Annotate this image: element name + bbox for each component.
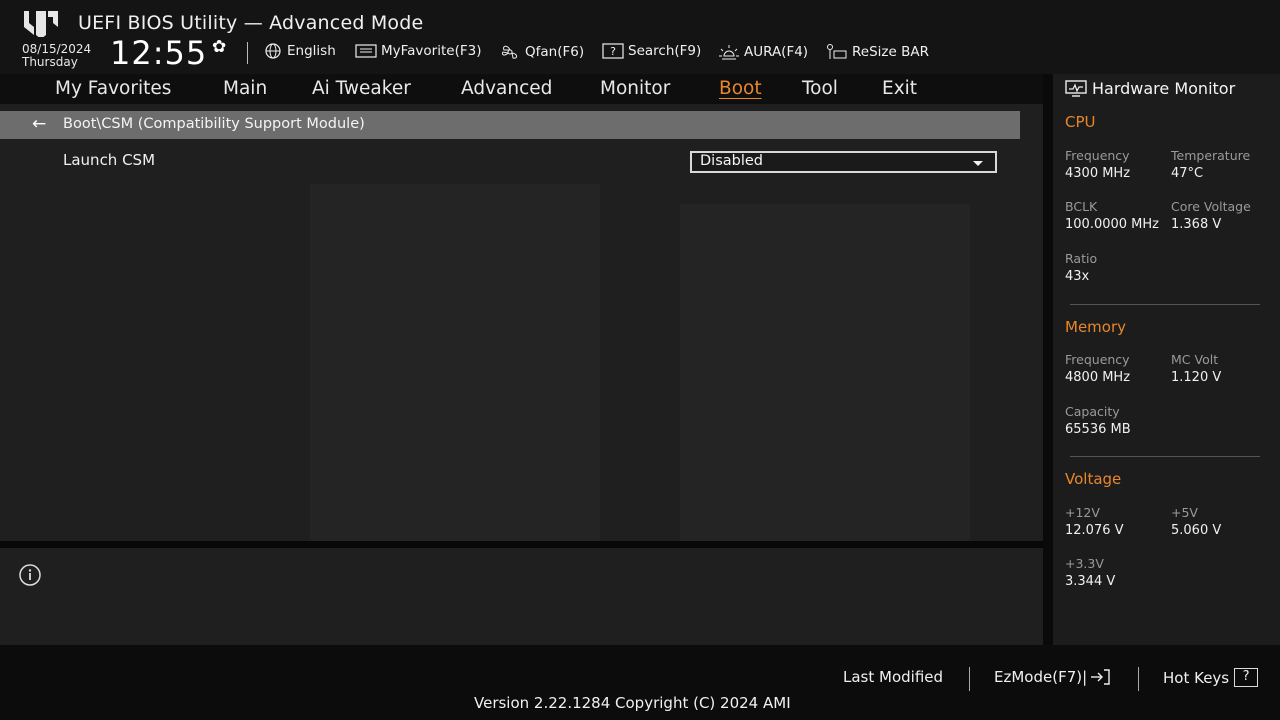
question-icon: ? [1234, 668, 1259, 687]
caret-down-icon [973, 161, 983, 166]
hot-keys-button[interactable]: Hot Keys ? [1163, 668, 1259, 687]
search-icon: ? [602, 43, 624, 59]
ratio-value: 43x [1065, 269, 1090, 284]
clock-display: 12:55 [110, 34, 208, 72]
tab-my-favorites[interactable]: My Favorites [55, 78, 171, 99]
language-label: English [287, 43, 336, 59]
cpu-section-title: CPU [1065, 113, 1096, 131]
v5-label: +5V [1171, 505, 1198, 520]
monitor-icon [1065, 79, 1087, 97]
favorite-icon [355, 44, 377, 58]
background-decoration [680, 204, 970, 541]
ezmode-label: EzMode(F7)| [994, 668, 1088, 686]
gear-icon[interactable]: ✿ [212, 37, 226, 57]
tab-main[interactable]: Main [223, 78, 267, 99]
info-icon [19, 564, 41, 586]
hw-monitor-gap [1043, 74, 1053, 645]
memory-frequency-value: 4800 MHz [1065, 370, 1131, 385]
cpu-temperature-value: 47°C [1171, 166, 1204, 181]
tab-monitor[interactable]: Monitor [600, 78, 670, 99]
mc-volt-label: MC Volt [1171, 352, 1219, 367]
memory-frequency-label: Frequency [1065, 352, 1130, 367]
qfan-label: Qfan(F6) [525, 44, 585, 60]
settings-panel: ← Boot\CSM (Compatibility Support Module… [0, 104, 1043, 541]
fan-icon [501, 45, 518, 59]
weekday-text: Thursday [22, 55, 78, 69]
panel-divider [0, 541, 1043, 548]
header-divider [247, 42, 248, 64]
tab-exit[interactable]: Exit [882, 78, 917, 99]
my-favorite-button[interactable]: MyFavorite(F3) [355, 43, 481, 59]
core-voltage-value: 1.368 V [1171, 217, 1222, 232]
v33-value: 3.344 V [1065, 574, 1116, 589]
resize-bar-label: ReSize BAR [852, 44, 929, 60]
qfan-button[interactable]: Qfan(F6) [499, 43, 584, 61]
cpu-frequency-value: 4300 MHz [1065, 166, 1131, 181]
capacity-value: 65536 MB [1065, 422, 1131, 437]
ezmode-button[interactable]: EzMode(F7)| [994, 668, 1111, 686]
cpu-frequency-label: Frequency [1065, 148, 1130, 163]
background-decoration [310, 184, 600, 541]
resize-bar-icon [827, 44, 847, 59]
aura-label: AURA(F4) [744, 44, 809, 60]
tab-advanced[interactable]: Advanced [461, 78, 552, 99]
capacity-label: Capacity [1065, 404, 1120, 419]
resize-bar-button[interactable]: ReSize BAR [826, 43, 929, 61]
last-modified-button[interactable]: Last Modified [843, 668, 943, 686]
ratio-label: Ratio [1065, 251, 1098, 266]
breadcrumb-path: Boot\CSM (Compatibility Support Module) [63, 116, 365, 132]
cpu-temperature-label: Temperature [1171, 148, 1251, 163]
help-info-panel [0, 548, 1043, 645]
tab-ai-tweaker[interactable]: Ai Tweaker [312, 78, 411, 99]
svg-text:?: ? [610, 45, 616, 58]
mc-volt-value: 1.120 V [1171, 370, 1222, 385]
memory-section-title: Memory [1065, 318, 1127, 336]
voltage-section-title: Voltage [1065, 470, 1122, 488]
v12-value: 12.076 V [1065, 523, 1124, 538]
exit-arrow-icon [1091, 669, 1110, 685]
breadcrumb: ← Boot\CSM (Compatibility Support Module… [0, 111, 1020, 139]
back-arrow-icon[interactable]: ← [32, 114, 46, 134]
hw-monitor-title: Hardware Monitor [1065, 79, 1235, 98]
core-voltage-label: Core Voltage [1171, 199, 1251, 214]
bclk-value: 100.0000 MHz [1065, 217, 1159, 232]
date-display: 08/15/2024 Thursday [22, 43, 91, 69]
search-button[interactable]: ? Search(F9) [602, 43, 701, 59]
launch-csm-dropdown[interactable]: Disabled [690, 151, 997, 173]
tab-tool[interactable]: Tool [802, 78, 838, 99]
v12-label: +12V [1065, 505, 1100, 520]
tuf-logo-icon [24, 11, 58, 37]
footer-divider [969, 667, 970, 691]
globe-icon [265, 43, 281, 59]
version-text: Version 2.22.1284 Copyright (C) 2024 AMI [474, 694, 791, 712]
search-label: Search(F9) [628, 43, 702, 59]
app-title: UEFI BIOS Utility — Advanced Mode [78, 12, 424, 34]
hot-keys-label: Hot Keys [1163, 668, 1230, 687]
main-tab-bar: My Favorites Main Ai Tweaker Advanced Mo… [0, 74, 1043, 104]
section-divider [1070, 456, 1260, 457]
v33-label: +3.3V [1065, 556, 1104, 571]
section-divider [1070, 304, 1260, 305]
launch-csm-value: Disabled [700, 153, 763, 169]
aura-button[interactable]: AURA(F4) [718, 43, 808, 61]
launch-csm-label[interactable]: Launch CSM [63, 151, 155, 169]
tab-boot[interactable]: Boot [719, 78, 762, 99]
footer-bar: Last Modified EzMode(F7)| Hot Keys ? Ver… [0, 645, 1280, 720]
footer-divider [1138, 667, 1139, 691]
header-bar: UEFI BIOS Utility — Advanced Mode 08/15/… [0, 0, 1280, 74]
v5-value: 5.060 V [1171, 523, 1222, 538]
hardware-monitor-panel: Hardware Monitor CPU Frequency Temperatu… [1053, 74, 1280, 645]
hw-monitor-title-text: Hardware Monitor [1092, 79, 1236, 98]
my-favorite-label: MyFavorite(F3) [381, 43, 482, 59]
aura-icon [719, 45, 739, 60]
language-button[interactable]: English [263, 43, 336, 59]
bclk-label: BCLK [1065, 199, 1098, 214]
